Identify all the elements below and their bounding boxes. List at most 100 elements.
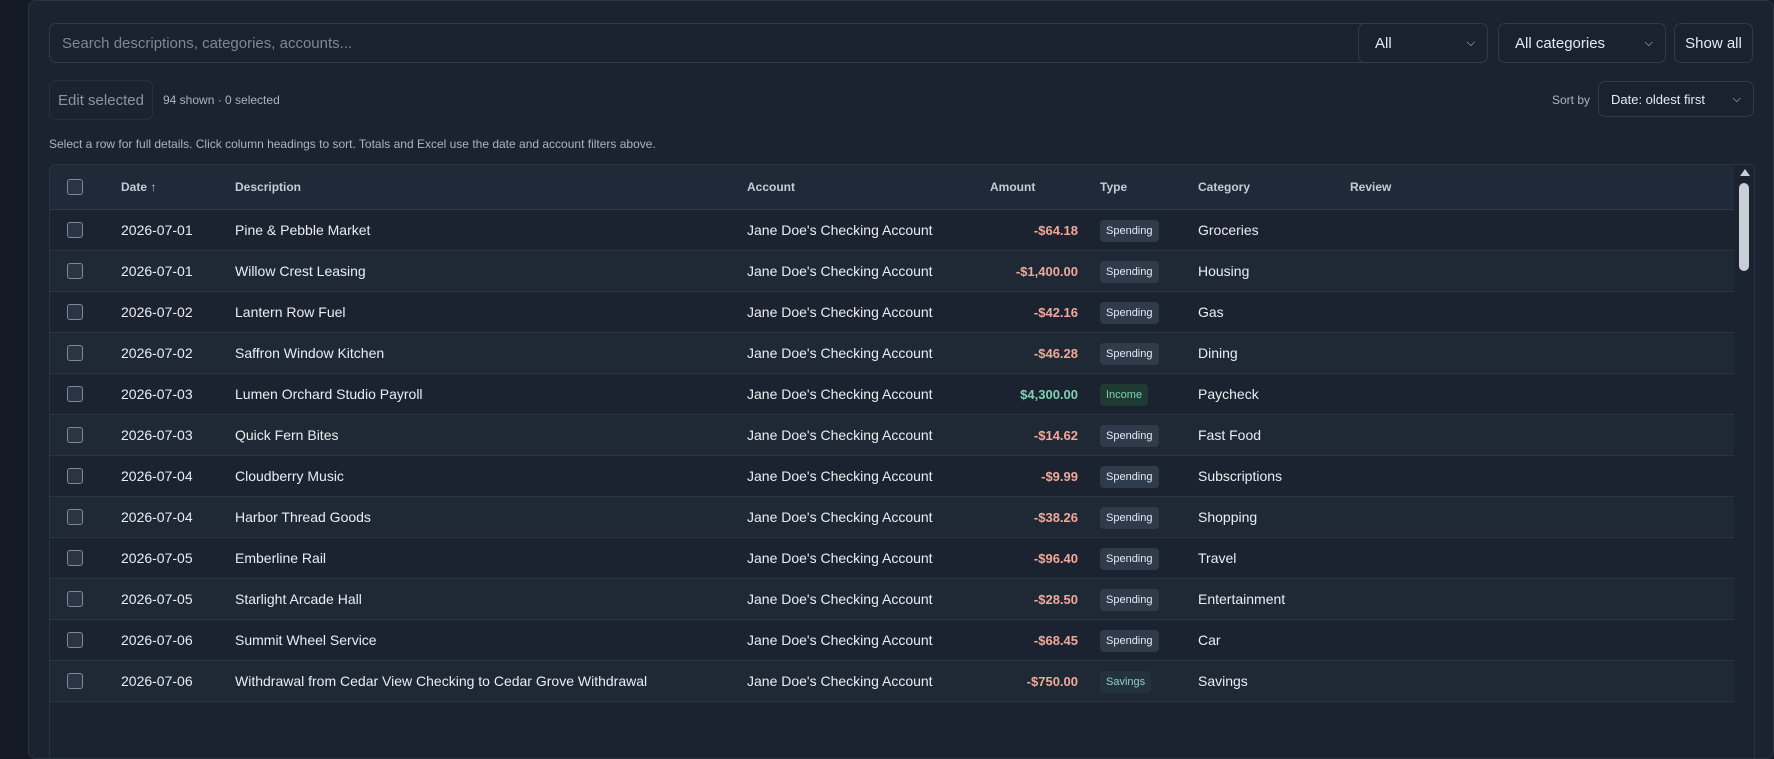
table-hint-text: Select a row for full details. Click col… bbox=[49, 137, 656, 151]
type-badge: Income bbox=[1100, 384, 1149, 406]
row-amount: -$9.99 bbox=[1041, 469, 1078, 484]
row-amount: -$68.45 bbox=[1033, 633, 1078, 648]
select-all-checkbox[interactable] bbox=[67, 179, 83, 195]
row-date: 2026-07-03 bbox=[121, 386, 193, 402]
table-row[interactable]: 2026-07-02 Saffron Window Kitchen Jane Doe… bbox=[50, 333, 1736, 374]
chevron-down-icon: ⌵ bbox=[1644, 36, 1653, 49]
row-category: Dining bbox=[1198, 345, 1238, 361]
row-checkbox[interactable] bbox=[67, 673, 83, 689]
row-date: 2026-07-06 bbox=[121, 632, 193, 648]
row-account: Jane Doe's Checking Account bbox=[747, 591, 933, 607]
row-checkbox[interactable] bbox=[67, 304, 83, 320]
transactions-panel: All ⌵ All categories ⌵ Show all Edit sel… bbox=[28, 0, 1774, 759]
row-category: Savings bbox=[1198, 673, 1248, 689]
row-category: Entertainment bbox=[1198, 591, 1286, 607]
row-account: Jane Doe's Checking Account bbox=[747, 304, 933, 320]
type-badge: Savings bbox=[1100, 671, 1152, 693]
row-checkbox[interactable] bbox=[67, 427, 83, 443]
row-date: 2026-07-01 bbox=[121, 263, 193, 279]
row-checkbox[interactable] bbox=[67, 468, 83, 484]
type-badge: Spending bbox=[1100, 220, 1159, 242]
column-header-date[interactable]: Date ↑ bbox=[121, 165, 156, 210]
sort-select[interactable]: Date: oldest first ⌵ bbox=[1598, 81, 1754, 117]
row-description: Starlight Arcade Hall bbox=[235, 591, 362, 607]
row-category: Travel bbox=[1198, 550, 1237, 566]
column-header-type[interactable]: Type bbox=[1100, 165, 1127, 210]
category-filter-select[interactable]: All categories ⌵ bbox=[1498, 23, 1666, 63]
row-date: 2026-07-06 bbox=[121, 673, 193, 689]
type-badge: Spending bbox=[1100, 630, 1159, 652]
row-account: Jane Doe's Checking Account bbox=[747, 673, 933, 689]
column-header-description[interactable]: Description bbox=[235, 165, 301, 210]
row-account: Jane Doe's Checking Account bbox=[747, 263, 933, 279]
row-account: Jane Doe's Checking Account bbox=[747, 632, 933, 648]
row-checkbox[interactable] bbox=[67, 591, 83, 607]
table-row[interactable]: 2026-07-06 Withdrawal from Cedar View Che… bbox=[50, 661, 1736, 702]
type-badge: Spending bbox=[1100, 302, 1159, 324]
row-amount: -$1,400.00 bbox=[1015, 264, 1078, 279]
row-description: Summit Wheel Service bbox=[235, 632, 377, 648]
table-row[interactable]: 2026-07-02 Lantern Row Fuel Jane Doe's Che… bbox=[50, 292, 1736, 333]
table-row[interactable]: 2026-07-03 Lumen Orchard Studio Payroll Ja… bbox=[50, 374, 1736, 415]
row-checkbox[interactable] bbox=[67, 509, 83, 525]
table-row[interactable]: 2026-07-01 Willow Crest Leasing Jane Doe's… bbox=[50, 251, 1736, 292]
row-category: Car bbox=[1198, 632, 1221, 648]
type-badge: Spending bbox=[1100, 589, 1159, 611]
row-amount: -$28.50 bbox=[1033, 592, 1078, 607]
row-category: Gas bbox=[1198, 304, 1224, 320]
row-account: Jane Doe's Checking Account bbox=[747, 550, 933, 566]
scrollbar-thumb[interactable] bbox=[1739, 183, 1749, 271]
row-description: Emberline Rail bbox=[235, 550, 327, 566]
row-checkbox[interactable] bbox=[67, 345, 83, 361]
row-description: Pine & Pebble Market bbox=[235, 222, 371, 238]
table-row[interactable]: 2026-07-01 Pine & Pebble Market Jane Doe's… bbox=[50, 210, 1736, 251]
row-checkbox[interactable] bbox=[67, 632, 83, 648]
type-badge: Spending bbox=[1100, 548, 1159, 570]
table-row[interactable]: 2026-07-04 Cloudberry Music Jane Doe's Che… bbox=[50, 456, 1736, 497]
type-badge: Spending bbox=[1100, 507, 1159, 529]
row-account: Jane Doe's Checking Account bbox=[747, 509, 933, 525]
table-row[interactable]: 2026-07-05 Starlight Arcade Hall Jane Doe'… bbox=[50, 579, 1736, 620]
type-filter-select[interactable]: All ⌵ bbox=[1358, 23, 1488, 63]
table-row[interactable]: 2026-07-04 Harbor Thread Goods Jane Doe's … bbox=[50, 497, 1736, 538]
row-description: Willow Crest Leasing bbox=[235, 263, 366, 279]
column-header-category[interactable]: Category bbox=[1198, 165, 1250, 210]
column-header-review[interactable]: Review bbox=[1350, 165, 1391, 210]
row-account: Jane Doe's Checking Account bbox=[747, 427, 933, 443]
search-input[interactable] bbox=[49, 23, 1378, 63]
chevron-down-icon: ⌵ bbox=[1732, 92, 1741, 105]
row-date: 2026-07-04 bbox=[121, 468, 193, 484]
row-description: Quick Fern Bites bbox=[235, 427, 339, 443]
edit-selected-button[interactable]: Edit selected bbox=[49, 80, 153, 120]
row-category: Paycheck bbox=[1198, 386, 1259, 402]
row-date: 2026-07-04 bbox=[121, 509, 193, 525]
table-row[interactable]: 2026-07-06 Summit Wheel Service Jane Doe's… bbox=[50, 620, 1736, 661]
row-date: 2026-07-02 bbox=[121, 345, 193, 361]
type-badge: Spending bbox=[1100, 261, 1159, 283]
row-account: Jane Doe's Checking Account bbox=[747, 345, 933, 361]
type-badge: Spending bbox=[1100, 343, 1159, 365]
chevron-down-icon: ⌵ bbox=[1466, 36, 1475, 49]
row-amount: -$64.18 bbox=[1033, 223, 1078, 238]
table-scrollbar[interactable] bbox=[1734, 165, 1754, 758]
table-row[interactable]: 2026-07-05 Emberline Rail Jane Doe's Check… bbox=[50, 538, 1736, 579]
row-description: Cloudberry Music bbox=[235, 468, 344, 484]
show-all-button[interactable]: Show all bbox=[1674, 23, 1753, 63]
sort-by-label: Sort by bbox=[1552, 93, 1591, 107]
row-checkbox[interactable] bbox=[67, 550, 83, 566]
column-header-account[interactable]: Account bbox=[747, 165, 795, 210]
row-amount: -$750.00 bbox=[1026, 674, 1078, 689]
row-checkbox[interactable] bbox=[67, 222, 83, 238]
selection-counts: 94 shown · 0 selected bbox=[163, 93, 280, 107]
row-category: Subscriptions bbox=[1198, 468, 1283, 484]
scroll-up-arrow-icon[interactable] bbox=[1740, 169, 1750, 176]
row-account: Jane Doe's Checking Account bbox=[747, 222, 933, 238]
row-date: 2026-07-05 bbox=[121, 550, 193, 566]
row-checkbox[interactable] bbox=[67, 263, 83, 279]
sort-select-value: Date: oldest first bbox=[1611, 91, 1705, 107]
table-row[interactable]: 2026-07-03 Quick Fern Bites Jane Doe's Che… bbox=[50, 415, 1736, 456]
row-amount: -$38.26 bbox=[1033, 510, 1078, 525]
row-amount: -$46.28 bbox=[1033, 346, 1078, 361]
column-header-amount[interactable]: Amount bbox=[990, 165, 1035, 210]
row-checkbox[interactable] bbox=[67, 386, 83, 402]
